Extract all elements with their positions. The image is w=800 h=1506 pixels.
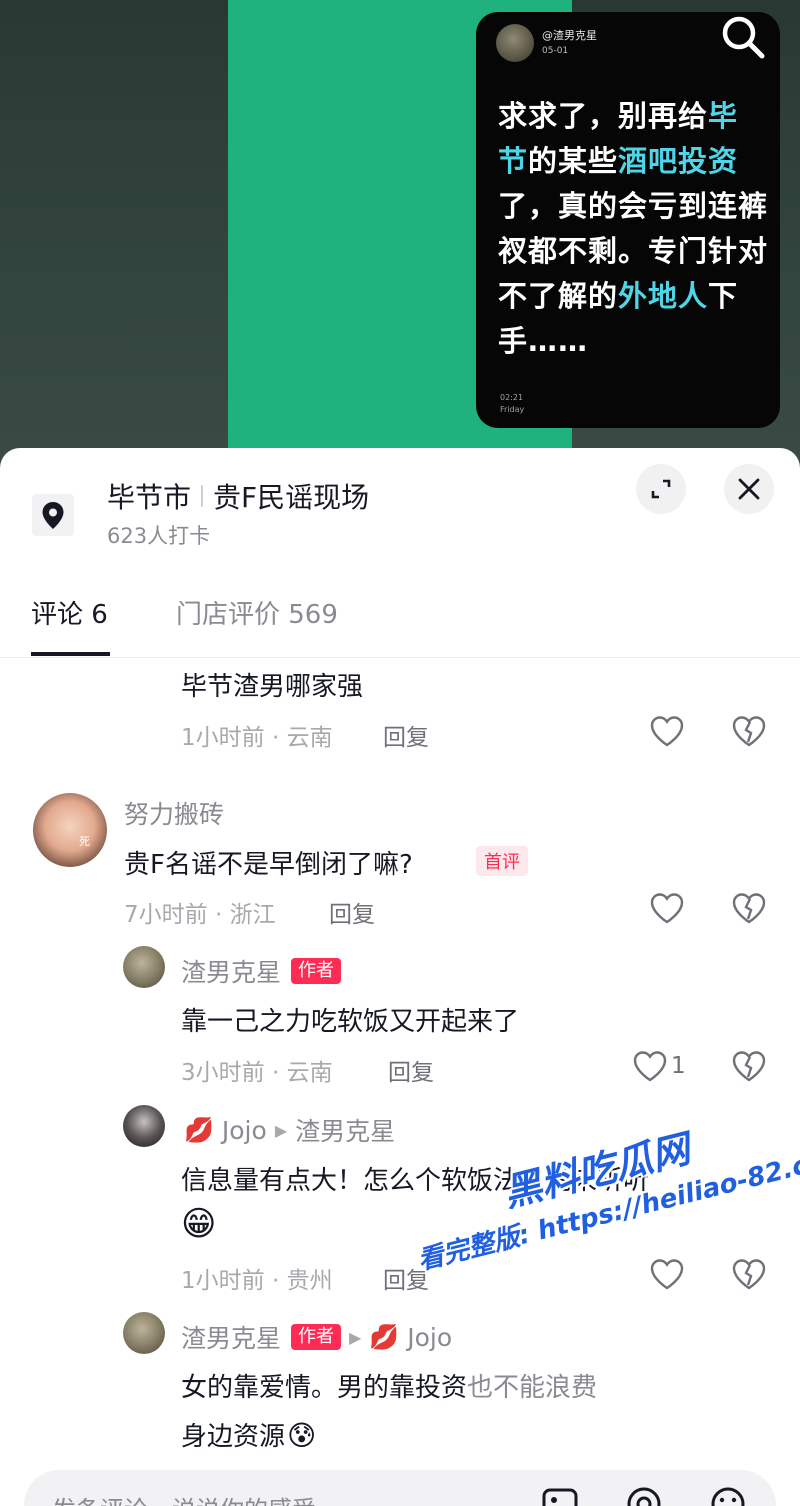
- reply-to-username: 渣男克星: [295, 1117, 396, 1146]
- dislike-icon[interactable]: [731, 714, 767, 748]
- username: 渣男克星: [181, 1324, 282, 1353]
- close-button[interactable]: [724, 464, 774, 514]
- post-text-segment: 的某些: [528, 144, 619, 178]
- lips-icon: 💋: [184, 1116, 214, 1144]
- username: 渣男克星: [181, 958, 282, 987]
- expand-button[interactable]: [636, 464, 686, 514]
- comment-username[interactable]: 渣男克星 作者 ▶ 💋 Jojo: [181, 1319, 452, 1355]
- username: Jojo: [221, 1115, 267, 1145]
- dislike-icon[interactable]: [731, 1257, 767, 1291]
- avatar-text: 死: [79, 835, 90, 848]
- reply-arrow-icon: ▶: [274, 1120, 288, 1140]
- reply-button[interactable]: 回复: [383, 718, 429, 752]
- comment-text-part: 也不能浪费: [467, 1373, 598, 1403]
- post-username: @渣男克星: [542, 29, 597, 42]
- location-title[interactable]: 毕节市 贵F民谣现场: [107, 476, 369, 516]
- comment-sheet: 毕节市 贵F民谣现场 623人打卡 评论 6 门店评价 569 毕节渣男哪家强 …: [0, 448, 800, 1506]
- post-day: Friday: [500, 405, 525, 414]
- comment-text-part: 身边资源: [181, 1422, 286, 1452]
- divider: [201, 485, 204, 507]
- author-badge: 作者: [291, 958, 342, 984]
- post-text-segment: 求求了，别再给: [498, 99, 709, 133]
- reply-button[interactable]: 回复: [388, 1053, 434, 1087]
- image-icon[interactable]: [540, 1484, 580, 1506]
- search-icon: [722, 16, 765, 59]
- location-venue: 贵F民谣现场: [213, 481, 370, 514]
- expand-icon: [651, 479, 671, 499]
- avatar[interactable]: [123, 1312, 165, 1354]
- post-date: 05-01: [542, 46, 569, 56]
- post-text-highlight: 酒吧投资: [618, 144, 739, 178]
- location-city: 毕节市: [107, 481, 192, 514]
- search-button[interactable]: [718, 12, 768, 62]
- comment-text: 靠一己之力吃软饭又开起来了: [181, 1007, 520, 1037]
- post-text-highlight: 外地人: [618, 279, 709, 313]
- post-avatar: [496, 24, 534, 62]
- avatar[interactable]: [123, 946, 165, 988]
- comment-text: 毕节渣男哪家强: [181, 672, 364, 702]
- comment-text-line: 女的靠爱情。男的靠投资也不能浪费: [181, 1367, 597, 1404]
- like-icon[interactable]: [649, 714, 685, 748]
- like-count: 1: [671, 1053, 686, 1079]
- comment-text: 信息量有点大！怎么个软饭法，说来听听: [181, 1166, 650, 1196]
- tab-comments[interactable]: 评论 6: [31, 594, 110, 656]
- comment-input-bar[interactable]: 发条评论，说说你的感受: [24, 1470, 776, 1506]
- comment-text: 贵F名谣不是早倒闭了嘛?: [124, 850, 413, 880]
- video-frame: @渣男克星 05-01 求求了，别再给毕节的某些酒吧投资了，真的会亏到连裤衩都不…: [228, 0, 780, 470]
- checkin-count: 623人打卡: [107, 524, 211, 548]
- comment-meta: 3小时前 · 云南: [181, 1060, 333, 1086]
- video-background[interactable]: @渣男克星 05-01 求求了，别再给毕节的某些酒吧投资了，真的会亏到连裤衩都不…: [0, 0, 800, 470]
- reply-button[interactable]: 回复: [329, 895, 375, 929]
- like-icon[interactable]: [632, 1049, 668, 1083]
- tab-store-reviews[interactable]: 门店评价 569: [176, 594, 338, 656]
- dislike-icon[interactable]: [731, 891, 767, 925]
- comment-username[interactable]: 努力搬砖: [124, 795, 224, 831]
- reply-to-username: Jojo: [407, 1322, 453, 1352]
- lips-icon: 💋: [369, 1323, 400, 1351]
- comment-input-placeholder: 发条评论，说说你的感受: [52, 1490, 316, 1506]
- comment-text-line: 身边资源😰: [181, 1416, 316, 1453]
- author-badge: 作者: [291, 1324, 342, 1350]
- close-icon: [738, 478, 760, 500]
- comment-text-part: 女的靠爱情。男的靠投资: [181, 1373, 468, 1403]
- comment-meta: 1小时前 · 贵州: [181, 1268, 333, 1294]
- post-timestamp: 02:21 Friday: [500, 392, 524, 416]
- avatar[interactable]: 死: [33, 793, 107, 867]
- first-comment-badge: 首评: [476, 846, 528, 876]
- avatar[interactable]: [123, 1105, 165, 1147]
- post-image: @渣男克星 05-01 求求了，别再给毕节的某些酒吧投资了，真的会亏到连裤衩都不…: [476, 12, 780, 428]
- sweat-emoji-icon: 😰: [287, 1419, 317, 1452]
- dislike-icon[interactable]: [731, 1049, 767, 1083]
- tab-bar: 评论 6 门店评价 569: [0, 594, 800, 658]
- comment-meta: 7小时前 · 浙江: [124, 902, 276, 928]
- reply-arrow-icon: ▶: [349, 1327, 362, 1347]
- post-time: 02:21: [500, 393, 524, 402]
- like-icon[interactable]: [649, 1257, 685, 1291]
- comment-meta: 1小时前 · 云南: [181, 725, 333, 751]
- like-icon[interactable]: [649, 891, 685, 925]
- location-icon-box: [32, 494, 74, 536]
- grin-emoji-icon: 😁: [181, 1204, 217, 1244]
- reply-button[interactable]: 回复: [383, 1261, 429, 1295]
- comment-username[interactable]: 💋 Jojo ▶ 渣男克星: [184, 1112, 395, 1148]
- location-pin-icon: [42, 502, 64, 529]
- mention-icon[interactable]: [624, 1484, 664, 1506]
- comment-username[interactable]: 渣男克星 作者: [181, 953, 342, 989]
- emoji-icon[interactable]: [708, 1484, 748, 1506]
- post-text: 求求了，别再给毕节的某些酒吧投资了，真的会亏到连裤衩都不剩。专门针对不了解的外地…: [498, 94, 768, 364]
